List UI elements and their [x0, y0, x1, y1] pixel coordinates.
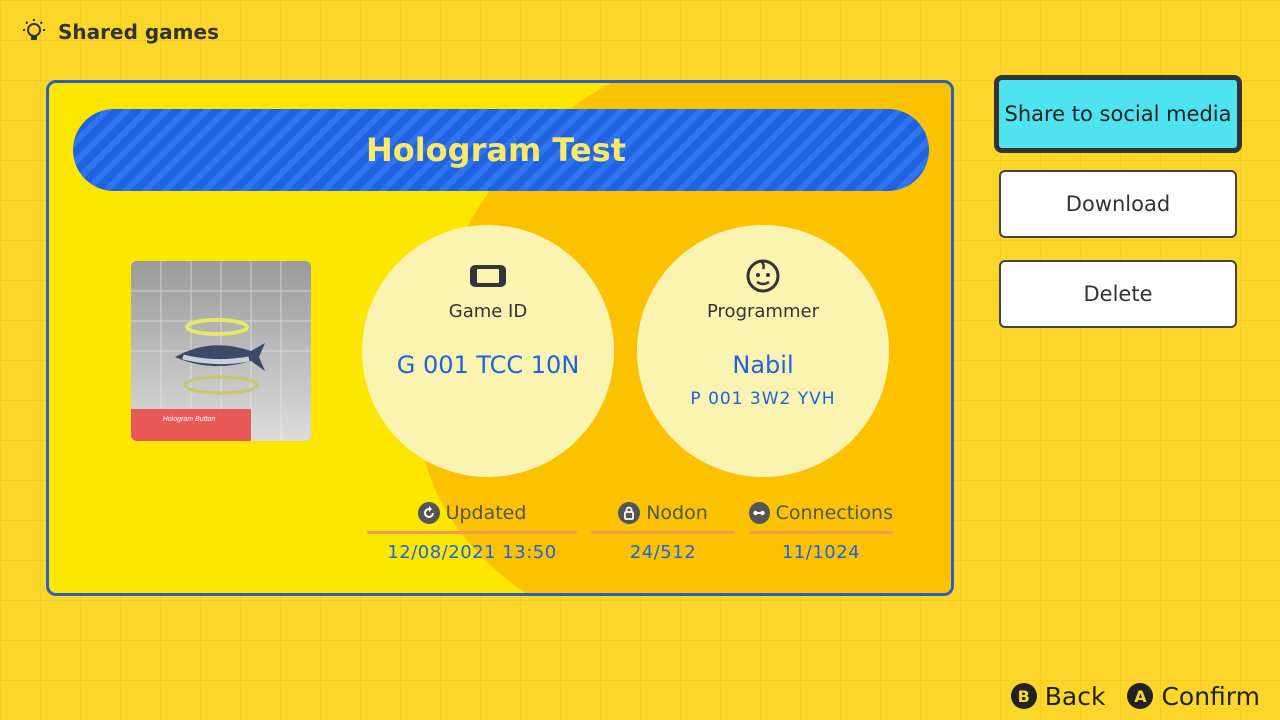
confirm-label: Confirm: [1161, 681, 1260, 711]
stat-connections-value: 11/1024: [781, 542, 861, 563]
stat-nodon: Nodon 24/512: [591, 499, 735, 563]
game-title: Hologram Test: [365, 131, 627, 169]
a-button-icon: A: [1127, 683, 1154, 709]
stat-nodon-label: Nodon: [646, 502, 708, 524]
stat-nodon-value: 24/512: [629, 542, 697, 563]
stat-divider: [367, 531, 577, 534]
programmer-label: Programmer: [707, 301, 819, 322]
footer-controls: B Back A Confirm: [1010, 680, 1260, 712]
thumbnail-caption: Hologram Button: [163, 416, 216, 423]
face-icon: [746, 259, 780, 293]
stat-connections-label: Connections: [775, 502, 893, 524]
game-id-panel: Game ID G 001 TCC 10N: [362, 225, 614, 477]
back-label: Back: [1044, 681, 1106, 711]
b-button-icon: B: [1010, 683, 1037, 709]
confirm-button[interactable]: A Confirm: [1127, 682, 1260, 711]
stat-connections: Connections 11/1024: [749, 499, 893, 563]
link-icon: [749, 502, 770, 524]
game-thumbnail: Hologram Button: [131, 261, 311, 441]
download-button[interactable]: Download: [999, 170, 1237, 238]
refresh-icon: [417, 502, 440, 524]
programmer-panel: Programmer Nabil P 001 3W2 YVH: [637, 225, 889, 477]
delete-button[interactable]: Delete: [999, 260, 1237, 328]
stat-updated-label: Updated: [445, 502, 527, 524]
page-title: Shared games: [58, 20, 219, 44]
game-card: Hologram Test Hologram Button Game ID G …: [46, 80, 954, 596]
lightbulb-icon: [23, 19, 45, 40]
stat-updated-value: 12/08/2021 13:50: [387, 542, 557, 563]
back-button[interactable]: B Back: [1010, 681, 1106, 711]
share-to-social-media-button[interactable]: Share to social media: [994, 75, 1242, 153]
programmer-name: Nabil: [732, 351, 794, 379]
stat-divider: [591, 531, 735, 534]
game-id-value: G 001 TCC 10N: [396, 351, 580, 379]
stat-divider: [749, 531, 893, 534]
console-icon: [470, 265, 506, 287]
stat-updated: Updated 12/08/2021 13:50: [367, 499, 577, 563]
game-id-label: Game ID: [448, 301, 528, 322]
title-banner: Hologram Test: [73, 109, 929, 191]
programmer-id: P 001 3W2 YVH: [690, 389, 836, 409]
thumbnail-image: Hologram Button: [131, 261, 311, 441]
page-header: Shared games: [20, 16, 219, 48]
lock-icon: [618, 502, 641, 524]
